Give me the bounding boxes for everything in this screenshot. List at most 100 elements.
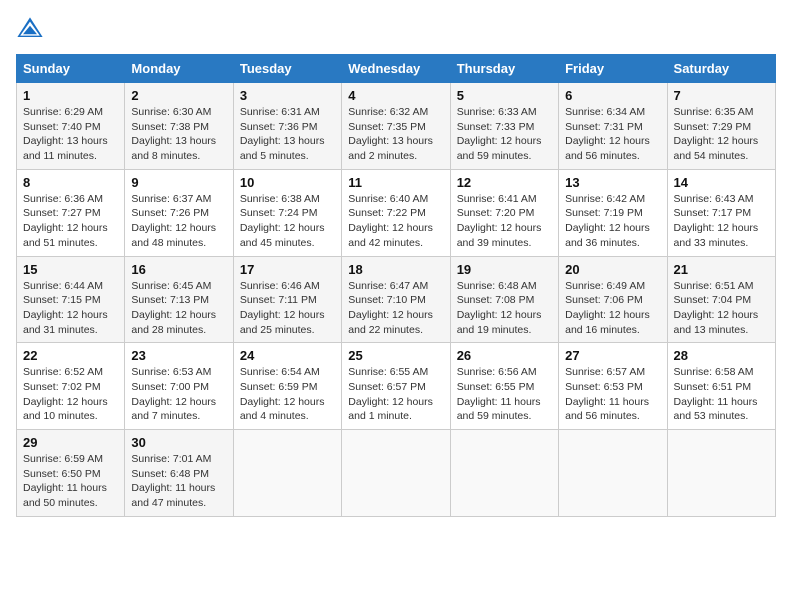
column-header-thursday: Thursday bbox=[450, 55, 558, 83]
column-header-monday: Monday bbox=[125, 55, 233, 83]
day-info: Sunrise: 6:38 AM Sunset: 7:24 PM Dayligh… bbox=[240, 192, 335, 251]
calendar-cell bbox=[559, 430, 667, 517]
calendar-cell: 27 Sunrise: 6:57 AM Sunset: 6:53 PM Dayl… bbox=[559, 343, 667, 430]
day-number: 24 bbox=[240, 348, 335, 363]
calendar-week-row: 1 Sunrise: 6:29 AM Sunset: 7:40 PM Dayli… bbox=[17, 83, 776, 170]
day-number: 3 bbox=[240, 88, 335, 103]
day-number: 7 bbox=[674, 88, 769, 103]
calendar-cell: 19 Sunrise: 6:48 AM Sunset: 7:08 PM Dayl… bbox=[450, 256, 558, 343]
day-info: Sunrise: 7:01 AM Sunset: 6:48 PM Dayligh… bbox=[131, 452, 226, 511]
day-info: Sunrise: 6:46 AM Sunset: 7:11 PM Dayligh… bbox=[240, 279, 335, 338]
day-info: Sunrise: 6:44 AM Sunset: 7:15 PM Dayligh… bbox=[23, 279, 118, 338]
day-number: 8 bbox=[23, 175, 118, 190]
day-number: 25 bbox=[348, 348, 443, 363]
day-number: 23 bbox=[131, 348, 226, 363]
calendar-cell bbox=[450, 430, 558, 517]
calendar-cell bbox=[233, 430, 341, 517]
calendar-cell: 30 Sunrise: 7:01 AM Sunset: 6:48 PM Dayl… bbox=[125, 430, 233, 517]
day-number: 20 bbox=[565, 262, 660, 277]
day-info: Sunrise: 6:54 AM Sunset: 6:59 PM Dayligh… bbox=[240, 365, 335, 424]
day-number: 16 bbox=[131, 262, 226, 277]
column-header-wednesday: Wednesday bbox=[342, 55, 450, 83]
calendar-week-row: 8 Sunrise: 6:36 AM Sunset: 7:27 PM Dayli… bbox=[17, 169, 776, 256]
day-info: Sunrise: 6:45 AM Sunset: 7:13 PM Dayligh… bbox=[131, 279, 226, 338]
day-info: Sunrise: 6:31 AM Sunset: 7:36 PM Dayligh… bbox=[240, 105, 335, 164]
day-number: 27 bbox=[565, 348, 660, 363]
column-header-saturday: Saturday bbox=[667, 55, 775, 83]
day-info: Sunrise: 6:51 AM Sunset: 7:04 PM Dayligh… bbox=[674, 279, 769, 338]
day-info: Sunrise: 6:35 AM Sunset: 7:29 PM Dayligh… bbox=[674, 105, 769, 164]
calendar-cell: 11 Sunrise: 6:40 AM Sunset: 7:22 PM Dayl… bbox=[342, 169, 450, 256]
day-number: 4 bbox=[348, 88, 443, 103]
column-header-friday: Friday bbox=[559, 55, 667, 83]
calendar-week-row: 22 Sunrise: 6:52 AM Sunset: 7:02 PM Dayl… bbox=[17, 343, 776, 430]
day-info: Sunrise: 6:30 AM Sunset: 7:38 PM Dayligh… bbox=[131, 105, 226, 164]
day-info: Sunrise: 6:37 AM Sunset: 7:26 PM Dayligh… bbox=[131, 192, 226, 251]
logo-icon bbox=[16, 16, 44, 44]
day-info: Sunrise: 6:58 AM Sunset: 6:51 PM Dayligh… bbox=[674, 365, 769, 424]
day-number: 29 bbox=[23, 435, 118, 450]
calendar-week-row: 29 Sunrise: 6:59 AM Sunset: 6:50 PM Dayl… bbox=[17, 430, 776, 517]
day-number: 15 bbox=[23, 262, 118, 277]
day-info: Sunrise: 6:52 AM Sunset: 7:02 PM Dayligh… bbox=[23, 365, 118, 424]
day-number: 11 bbox=[348, 175, 443, 190]
calendar-cell: 10 Sunrise: 6:38 AM Sunset: 7:24 PM Dayl… bbox=[233, 169, 341, 256]
day-info: Sunrise: 6:47 AM Sunset: 7:10 PM Dayligh… bbox=[348, 279, 443, 338]
day-info: Sunrise: 6:56 AM Sunset: 6:55 PM Dayligh… bbox=[457, 365, 552, 424]
calendar-cell: 9 Sunrise: 6:37 AM Sunset: 7:26 PM Dayli… bbox=[125, 169, 233, 256]
day-number: 21 bbox=[674, 262, 769, 277]
calendar-week-row: 15 Sunrise: 6:44 AM Sunset: 7:15 PM Dayl… bbox=[17, 256, 776, 343]
day-number: 22 bbox=[23, 348, 118, 363]
day-info: Sunrise: 6:59 AM Sunset: 6:50 PM Dayligh… bbox=[23, 452, 118, 511]
calendar-cell: 7 Sunrise: 6:35 AM Sunset: 7:29 PM Dayli… bbox=[667, 83, 775, 170]
day-number: 14 bbox=[674, 175, 769, 190]
calendar-cell: 20 Sunrise: 6:49 AM Sunset: 7:06 PM Dayl… bbox=[559, 256, 667, 343]
calendar-cell: 17 Sunrise: 6:46 AM Sunset: 7:11 PM Dayl… bbox=[233, 256, 341, 343]
day-info: Sunrise: 6:36 AM Sunset: 7:27 PM Dayligh… bbox=[23, 192, 118, 251]
calendar-cell: 22 Sunrise: 6:52 AM Sunset: 7:02 PM Dayl… bbox=[17, 343, 125, 430]
day-info: Sunrise: 6:55 AM Sunset: 6:57 PM Dayligh… bbox=[348, 365, 443, 424]
day-number: 12 bbox=[457, 175, 552, 190]
calendar-cell: 29 Sunrise: 6:59 AM Sunset: 6:50 PM Dayl… bbox=[17, 430, 125, 517]
calendar-cell: 26 Sunrise: 6:56 AM Sunset: 6:55 PM Dayl… bbox=[450, 343, 558, 430]
calendar-cell bbox=[342, 430, 450, 517]
calendar-cell: 18 Sunrise: 6:47 AM Sunset: 7:10 PM Dayl… bbox=[342, 256, 450, 343]
day-info: Sunrise: 6:48 AM Sunset: 7:08 PM Dayligh… bbox=[457, 279, 552, 338]
day-info: Sunrise: 6:41 AM Sunset: 7:20 PM Dayligh… bbox=[457, 192, 552, 251]
day-info: Sunrise: 6:43 AM Sunset: 7:17 PM Dayligh… bbox=[674, 192, 769, 251]
day-info: Sunrise: 6:34 AM Sunset: 7:31 PM Dayligh… bbox=[565, 105, 660, 164]
day-info: Sunrise: 6:53 AM Sunset: 7:00 PM Dayligh… bbox=[131, 365, 226, 424]
day-info: Sunrise: 6:49 AM Sunset: 7:06 PM Dayligh… bbox=[565, 279, 660, 338]
day-info: Sunrise: 6:33 AM Sunset: 7:33 PM Dayligh… bbox=[457, 105, 552, 164]
day-number: 9 bbox=[131, 175, 226, 190]
day-number: 2 bbox=[131, 88, 226, 103]
calendar-cell: 2 Sunrise: 6:30 AM Sunset: 7:38 PM Dayli… bbox=[125, 83, 233, 170]
day-info: Sunrise: 6:57 AM Sunset: 6:53 PM Dayligh… bbox=[565, 365, 660, 424]
day-info: Sunrise: 6:29 AM Sunset: 7:40 PM Dayligh… bbox=[23, 105, 118, 164]
logo bbox=[16, 16, 48, 44]
page-header bbox=[16, 16, 776, 44]
day-number: 28 bbox=[674, 348, 769, 363]
day-info: Sunrise: 6:42 AM Sunset: 7:19 PM Dayligh… bbox=[565, 192, 660, 251]
calendar-cell: 21 Sunrise: 6:51 AM Sunset: 7:04 PM Dayl… bbox=[667, 256, 775, 343]
day-number: 5 bbox=[457, 88, 552, 103]
calendar-cell: 15 Sunrise: 6:44 AM Sunset: 7:15 PM Dayl… bbox=[17, 256, 125, 343]
calendar-cell: 28 Sunrise: 6:58 AM Sunset: 6:51 PM Dayl… bbox=[667, 343, 775, 430]
calendar-table: SundayMondayTuesdayWednesdayThursdayFrid… bbox=[16, 54, 776, 517]
day-number: 18 bbox=[348, 262, 443, 277]
calendar-cell: 14 Sunrise: 6:43 AM Sunset: 7:17 PM Dayl… bbox=[667, 169, 775, 256]
calendar-cell: 3 Sunrise: 6:31 AM Sunset: 7:36 PM Dayli… bbox=[233, 83, 341, 170]
day-number: 10 bbox=[240, 175, 335, 190]
day-info: Sunrise: 6:40 AM Sunset: 7:22 PM Dayligh… bbox=[348, 192, 443, 251]
calendar-cell: 8 Sunrise: 6:36 AM Sunset: 7:27 PM Dayli… bbox=[17, 169, 125, 256]
column-header-tuesday: Tuesday bbox=[233, 55, 341, 83]
day-number: 6 bbox=[565, 88, 660, 103]
calendar-cell bbox=[667, 430, 775, 517]
calendar-cell: 24 Sunrise: 6:54 AM Sunset: 6:59 PM Dayl… bbox=[233, 343, 341, 430]
day-number: 19 bbox=[457, 262, 552, 277]
calendar-cell: 6 Sunrise: 6:34 AM Sunset: 7:31 PM Dayli… bbox=[559, 83, 667, 170]
day-number: 13 bbox=[565, 175, 660, 190]
day-number: 1 bbox=[23, 88, 118, 103]
day-number: 30 bbox=[131, 435, 226, 450]
day-number: 17 bbox=[240, 262, 335, 277]
